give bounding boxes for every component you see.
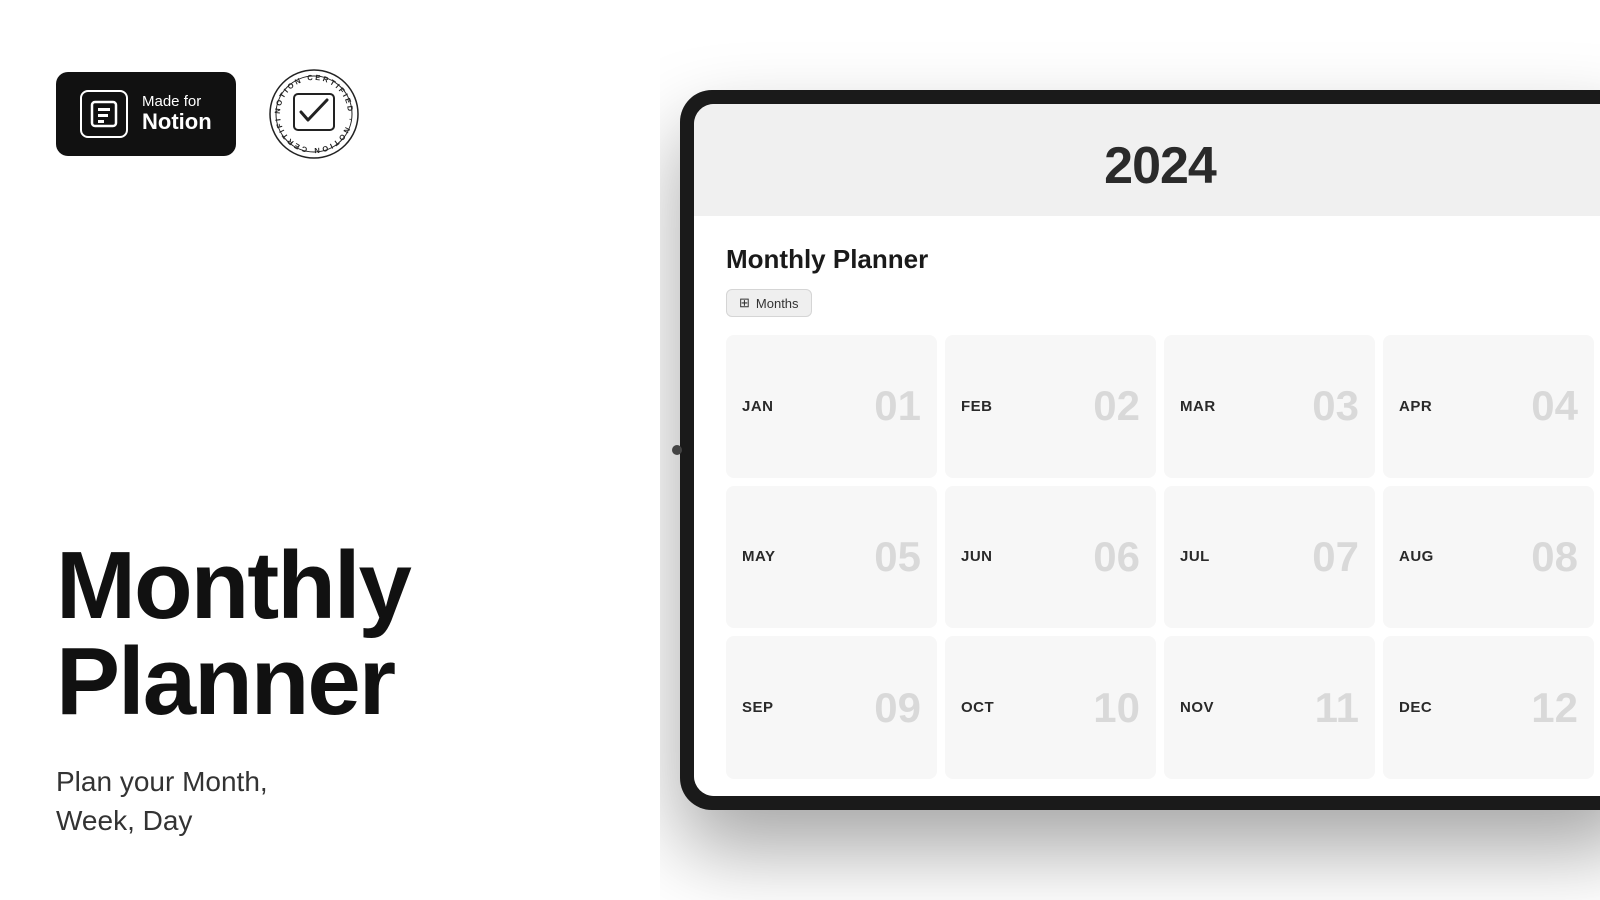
month-number: 09 — [874, 687, 921, 729]
month-number: 01 — [874, 385, 921, 427]
notion-certified-stamp: NOTION CERTIFIED · NOTION CERTIFIED · — [264, 64, 364, 164]
month-number: 06 — [1093, 536, 1140, 578]
month-number: 02 — [1093, 385, 1140, 427]
month-cell[interactable]: MAR 03 — [1164, 335, 1375, 478]
month-name: DEC — [1399, 699, 1432, 716]
month-name: APR — [1399, 398, 1432, 415]
camera-dot — [672, 445, 682, 455]
month-name: OCT — [961, 699, 994, 716]
months-tab[interactable]: ⊞ Months — [726, 289, 812, 317]
month-name: MAY — [742, 548, 775, 565]
year-label: 2024 — [734, 136, 1586, 196]
notion-badge-text: Made for Notion — [142, 94, 212, 135]
month-name: SEP — [742, 699, 774, 716]
title-line2: Planner — [56, 628, 394, 735]
month-number: 03 — [1312, 385, 1359, 427]
notion-label: Notion — [142, 110, 212, 134]
left-panel: Made for Notion NOTION CERTIFIED · NOTIO… — [0, 0, 660, 900]
tablet-header: 2024 — [694, 104, 1600, 216]
month-number: 07 — [1312, 536, 1359, 578]
certified-svg: NOTION CERTIFIED · NOTION CERTIFIED · — [264, 64, 364, 164]
made-for-notion-badge: Made for Notion — [56, 72, 236, 156]
made-for-label: Made for — [142, 94, 212, 111]
month-cell[interactable]: FEB 02 — [945, 335, 1156, 478]
badges-row: Made for Notion NOTION CERTIFIED · NOTIO… — [56, 64, 604, 164]
months-tab-label: Months — [756, 296, 799, 311]
month-cell[interactable]: SEP 09 — [726, 636, 937, 779]
month-grid: JAN 01 FEB 02 MAR 03 APR 04 MAY 05 JUN 0… — [726, 335, 1594, 779]
month-number: 04 — [1531, 385, 1578, 427]
month-cell[interactable]: DEC 12 — [1383, 636, 1594, 779]
tablet-screen: 2024 Monthly Planner ⊞ Months JAN 01 FEB… — [694, 104, 1600, 796]
month-number: 08 — [1531, 536, 1578, 578]
month-cell[interactable]: MAY 05 — [726, 486, 937, 629]
tablet-mockup: 2024 Monthly Planner ⊞ Months JAN 01 FEB… — [680, 90, 1600, 810]
month-name: MAR — [1180, 398, 1216, 415]
month-name: AUG — [1399, 548, 1434, 565]
grid-icon: ⊞ — [739, 295, 750, 311]
month-cell[interactable]: AUG 08 — [1383, 486, 1594, 629]
month-name: NOV — [1180, 699, 1214, 716]
main-heading: Monthly Planner Plan your Month,Week, Da… — [56, 538, 604, 840]
svg-text:NOTION CERTIFIED · NOTION CERT: NOTION CERTIFIED · NOTION CERTIFIED · — [264, 64, 355, 155]
month-cell[interactable]: JUN 06 — [945, 486, 1156, 629]
month-cell[interactable]: JUL 07 — [1164, 486, 1375, 629]
month-number: 10 — [1093, 687, 1140, 729]
month-cell[interactable]: OCT 10 — [945, 636, 1156, 779]
month-cell[interactable]: APR 04 — [1383, 335, 1594, 478]
product-title: Monthly Planner — [56, 538, 604, 730]
title-line1: Monthly — [56, 532, 410, 639]
month-name: JUL — [1180, 548, 1210, 565]
planner-title: Monthly Planner — [726, 244, 1594, 275]
month-cell[interactable]: JAN 01 — [726, 335, 937, 478]
month-number: 12 — [1531, 687, 1578, 729]
month-cell[interactable]: NOV 11 — [1164, 636, 1375, 779]
month-name: JAN — [742, 398, 774, 415]
right-panel: 2024 Monthly Planner ⊞ Months JAN 01 FEB… — [660, 0, 1600, 900]
month-name: JUN — [961, 548, 993, 565]
month-number: 05 — [874, 536, 921, 578]
tablet-body: Monthly Planner ⊞ Months JAN 01 FEB 02 M… — [694, 216, 1600, 796]
month-name: FEB — [961, 398, 993, 415]
month-number: 11 — [1315, 687, 1359, 729]
subtitle: Plan your Month,Week, Day — [56, 762, 604, 840]
notion-icon — [80, 90, 128, 138]
